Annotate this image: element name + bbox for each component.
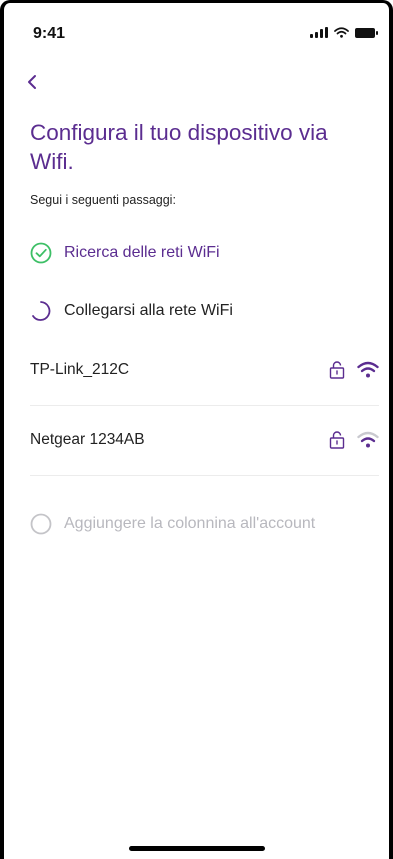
network-ssid: Netgear 1234AB xyxy=(30,431,145,448)
page-subtitle: Segui i seguenti passaggi: xyxy=(30,193,176,207)
cellular-signal-icon xyxy=(310,27,328,38)
network-item[interactable]: TP-Link_212C xyxy=(30,335,379,406)
back-button[interactable] xyxy=(26,68,38,94)
page-title: Configura il tuo dispositivo via Wifi. xyxy=(30,120,328,174)
chevron-left-icon xyxy=(28,75,36,89)
step-label: Ricerca delle reti WiFi xyxy=(64,244,220,261)
status-icons xyxy=(310,27,378,38)
step-add-to-account: Aggiungere la colonnina all'account xyxy=(30,513,315,535)
check-circle-icon xyxy=(30,242,52,264)
lock-icon xyxy=(329,431,345,449)
home-indicator xyxy=(128,846,265,851)
battery-icon xyxy=(355,28,378,38)
step-label: Aggiungere la colonnina all'account xyxy=(64,515,316,532)
wifi-signal-strong-icon xyxy=(357,361,379,378)
wifi-status-icon xyxy=(334,27,349,38)
network-ssid: TP-Link_212C xyxy=(30,361,130,378)
lock-icon xyxy=(329,361,345,379)
step-label: Collegarsi alla rete WiFi xyxy=(64,302,233,319)
network-item[interactable]: Netgear 1234AB xyxy=(30,405,379,476)
spinner-icon xyxy=(32,301,51,321)
status-time: 9:41 xyxy=(33,25,66,42)
step-connect-network: Collegarsi alla rete WiFi xyxy=(30,300,233,322)
status-bar: 9:41 xyxy=(0,0,393,60)
step-search-networks: Ricerca delle reti WiFi xyxy=(30,242,220,264)
empty-circle-icon xyxy=(30,513,52,535)
wifi-signal-medium-icon xyxy=(357,431,379,448)
